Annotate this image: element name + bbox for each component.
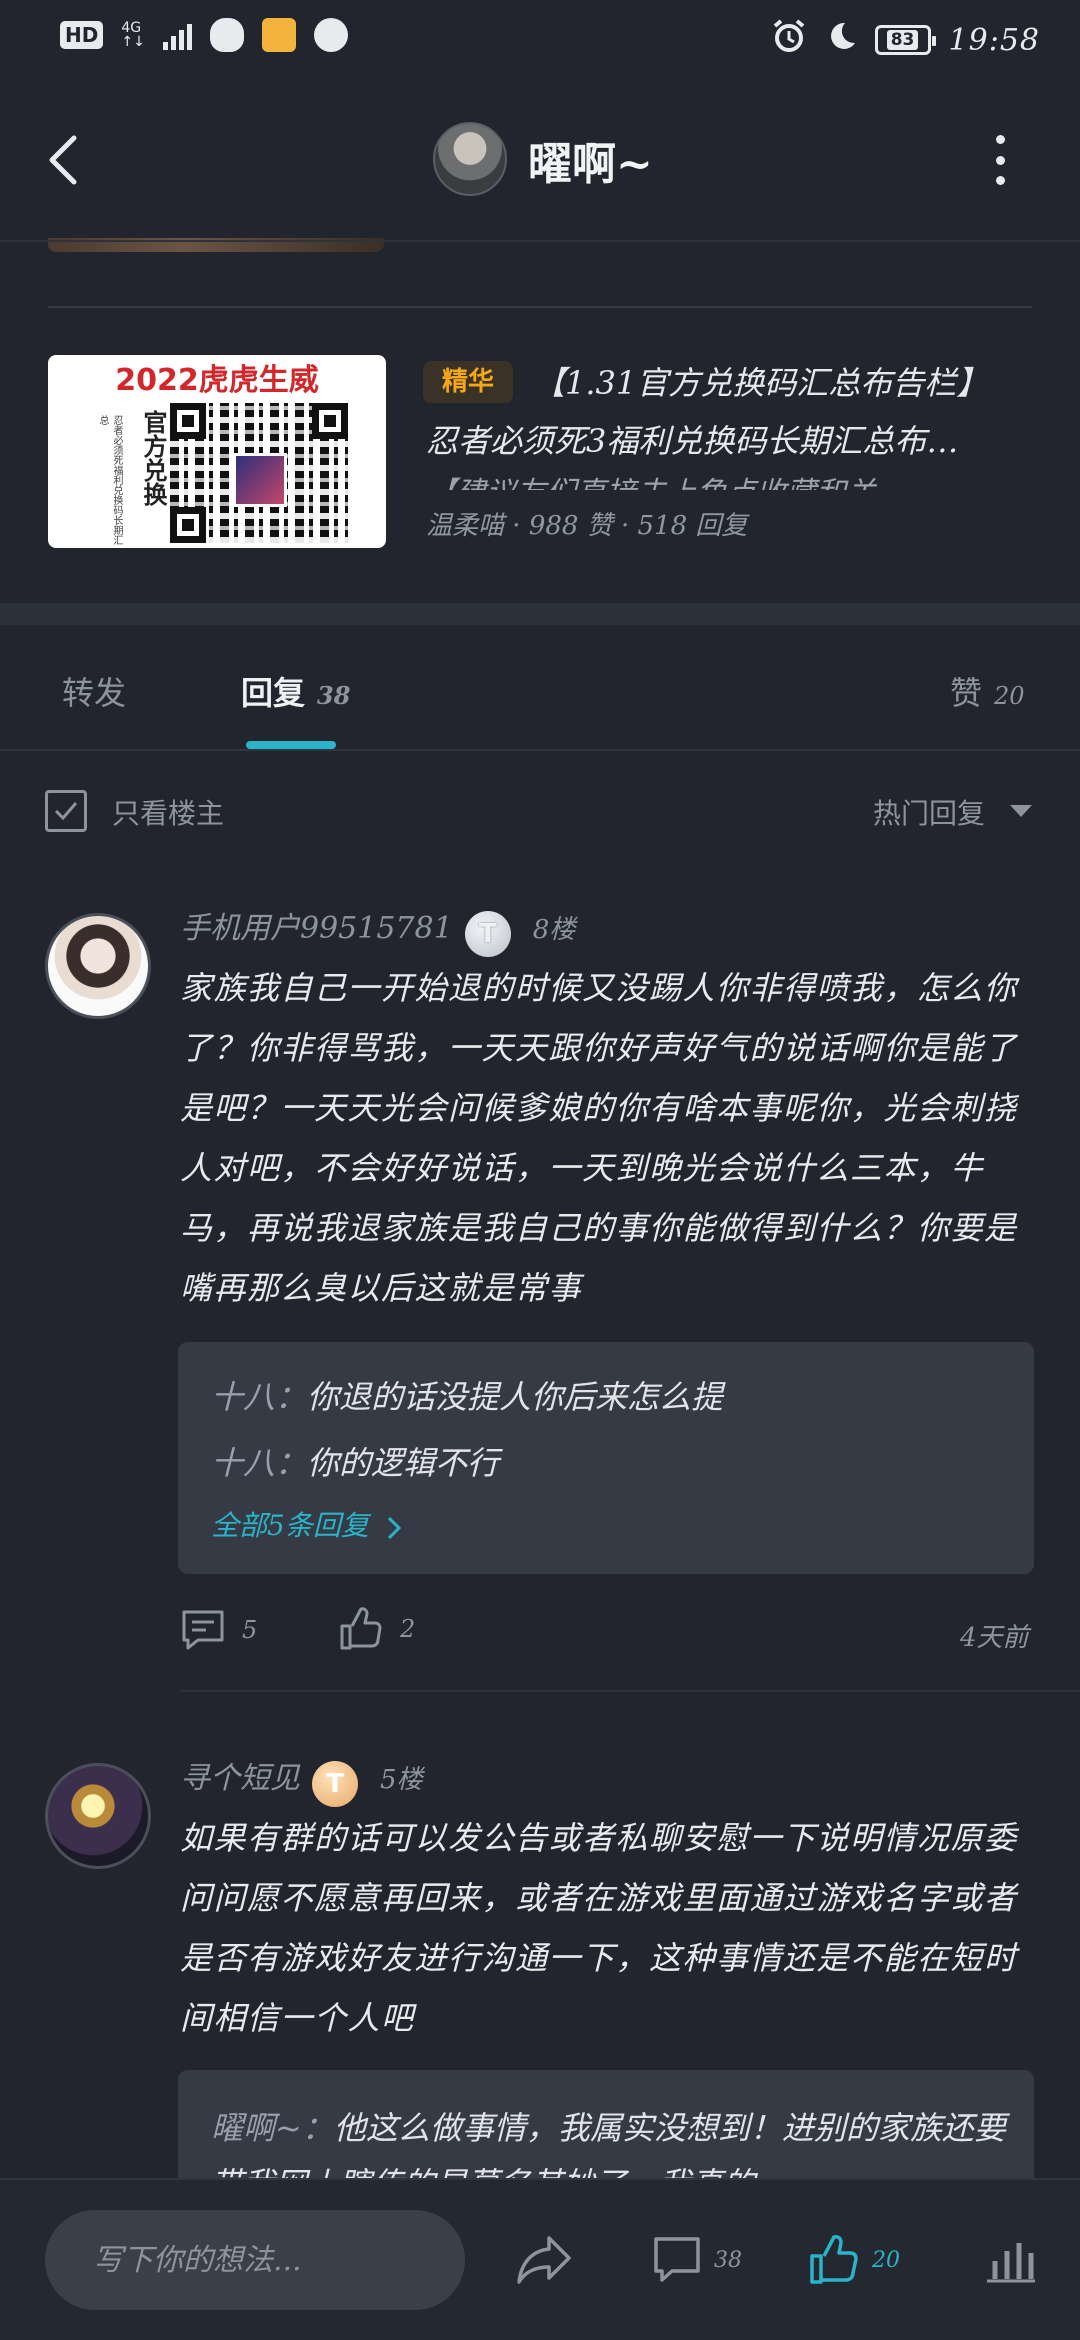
comment-username[interactable]: 手机用户99515781	[180, 911, 453, 946]
reply-author[interactable]: 曜啊~	[211, 2109, 302, 2147]
qr-center-logo	[233, 453, 287, 507]
bottom-like-count: 20	[872, 2247, 900, 2273]
check-icon	[54, 802, 78, 821]
featured-post-meta: 温柔喵 · 988 赞 · 518 回复	[426, 511, 748, 541]
only-op-label[interactable]: 只看楼主	[112, 792, 224, 832]
bottom-like-button[interactable]: 20	[808, 2225, 900, 2295]
header-avatar[interactable]	[433, 122, 507, 196]
reply-item: 曜啊~：他这么做事情，我属实没想到！进别的家族还要带我网上瞎传的是莫名其妙了，我…	[211, 2100, 1011, 2190]
network-type: 4G ↑↓	[121, 20, 145, 50]
divider	[48, 306, 1032, 308]
back-button[interactable]	[40, 130, 90, 190]
featured-badge: 精华	[423, 361, 513, 403]
comment-time: 4天前	[960, 1623, 1029, 1653]
level-badge-icon: T	[312, 1760, 358, 1807]
bottom-comment-button[interactable]: 38	[652, 2225, 742, 2295]
section-divider	[0, 603, 1080, 625]
qq-icon	[209, 18, 244, 52]
comment-body[interactable]: 家族我自己一开始退的时候又没踢人你非得喷我，怎么你了？你非得骂我，一天天跟你好声…	[180, 958, 1020, 1318]
thumbnail-vertical-text: 官方兑换	[139, 410, 168, 506]
avatar[interactable]	[45, 1763, 151, 1869]
thumbs-up-icon	[340, 1607, 382, 1650]
chevron-right-icon	[387, 1516, 401, 1539]
comment-input[interactable]	[45, 2210, 465, 2310]
page-title[interactable]: 曜啊~	[528, 128, 653, 192]
comment-divider	[180, 1690, 1080, 1692]
comment-username[interactable]: 寻个短见	[180, 1761, 300, 1796]
signal-icon	[162, 20, 192, 50]
comment-header: 寻个短见 T 5楼	[180, 1753, 423, 1807]
avatar[interactable]	[45, 913, 151, 1019]
like-count: 2	[400, 1615, 416, 1643]
thumbnail-small-text: 忍者必须死福利兑换码长期汇总	[97, 415, 122, 545]
clock: 19:58	[948, 22, 1040, 58]
featured-post-replies: 518 回复	[637, 511, 748, 541]
featured-post-summary[interactable]: 忍者必须死3福利兑换码长期汇总布…	[426, 416, 1016, 462]
reply-preview-box[interactable]: 曜啊~：他这么做事情，我属实没想到！进别的家族还要带我网上瞎传的是莫名其妙了，我…	[178, 2070, 1034, 2190]
share-icon	[517, 2236, 571, 2284]
featured-post-summary-faded: 【建议友们直接去上角点收藏和关…	[426, 468, 1016, 490]
hd-badge: HD	[60, 21, 104, 49]
tab-forward[interactable]: 转发	[62, 668, 126, 714]
chevron-left-icon	[49, 135, 77, 185]
thumbs-up-icon	[810, 2235, 858, 2284]
comment-header: 手机用户99515781 T 8楼	[180, 903, 575, 957]
view-all-replies-link[interactable]: 全部5条回复	[211, 1504, 404, 1544]
comment-body[interactable]: 如果有群的话可以发公告或者私聊安慰一下说明情况原委问问愿不愿意再回来，或者在游戏…	[180, 1808, 1020, 2048]
sort-dropdown[interactable]: 热门回复	[873, 792, 985, 832]
tab-replies[interactable]: 回复 38	[241, 668, 350, 714]
sports-app-icon	[313, 18, 348, 52]
only-op-checkbox[interactable]	[45, 790, 87, 832]
bar-chart-icon	[987, 2243, 1035, 2283]
comment-reply-button[interactable]: 5	[180, 1608, 257, 1652]
active-tab-indicator	[246, 741, 336, 749]
tab-replies-count: 38	[317, 681, 351, 710]
caret-down-icon[interactable]	[1010, 805, 1032, 817]
comment-icon	[654, 2237, 700, 2282]
battery-icon: 83	[874, 25, 936, 55]
reply-author[interactable]: 十八	[211, 1378, 275, 1416]
share-button[interactable]	[515, 2225, 573, 2295]
comment-icon	[182, 1610, 224, 1650]
alarm-icon	[771, 18, 807, 62]
featured-post-title[interactable]: 【1.31官方兑换码汇总布告栏】	[533, 358, 1013, 404]
comment-like-button[interactable]: 2	[338, 1606, 415, 1652]
tab-likes-count: 20	[994, 682, 1025, 710]
reply-item: 十八：你的逻辑不行	[211, 1444, 500, 1482]
featured-post-thumbnail[interactable]: 2022虎虎生威 忍者必须死福利兑换码长期汇总 官方兑换	[48, 355, 386, 548]
thumbnail-title: 2022虎虎生威	[115, 363, 319, 398]
header-divider	[0, 240, 1080, 242]
reply-text: 你的逻辑不行	[307, 1444, 500, 1482]
comment-input-field[interactable]	[45, 2210, 465, 2310]
reply-item: 十八：你退的话没提人你后来怎么提	[211, 1378, 724, 1416]
tab-likes[interactable]: 赞 20	[950, 668, 1025, 714]
status-bar: HD 4G ↑↓ 83 19:58	[0, 0, 1080, 75]
reply-preview-box[interactable]: 十八：你退的话没提人你后来怎么提 十八：你的逻辑不行 全部5条回复	[178, 1342, 1034, 1574]
comment-count: 5	[242, 1616, 258, 1644]
featured-post-likes: 988 赞	[528, 511, 613, 541]
stats-button[interactable]	[985, 2225, 1037, 2295]
level-badge-icon: T	[464, 910, 511, 957]
floor-number: 5楼	[380, 1765, 423, 1795]
tab-divider	[0, 749, 1080, 751]
reply-text: 你退的话没提人你后来怎么提	[307, 1378, 724, 1416]
moon-icon	[825, 20, 857, 60]
app-notification-icon	[261, 18, 296, 52]
featured-post-author: 温柔喵	[426, 511, 505, 541]
more-options-button[interactable]	[990, 135, 1010, 185]
floor-number: 8楼	[532, 915, 576, 945]
bottom-comment-count: 38	[714, 2247, 742, 2273]
reply-author[interactable]: 十八	[211, 1444, 275, 1482]
